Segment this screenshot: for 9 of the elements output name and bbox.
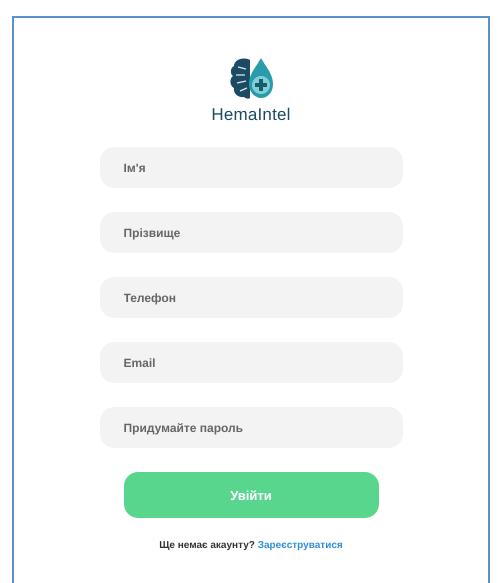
- input-field[interactable]: Придумайте пароль: [100, 407, 402, 448]
- input-field[interactable]: Email: [100, 342, 402, 383]
- signup-prompt: Ще немає акаунту?: [159, 540, 255, 551]
- input-field[interactable]: Ім'я: [100, 147, 402, 188]
- input-field[interactable]: Телефон: [100, 277, 402, 318]
- brand-name: HemaIntel: [211, 105, 291, 125]
- login-button[interactable]: Увійти: [124, 472, 378, 518]
- input-field[interactable]: Прізвище: [100, 212, 402, 253]
- signup-link[interactable]: Зареєструватися: [258, 540, 343, 551]
